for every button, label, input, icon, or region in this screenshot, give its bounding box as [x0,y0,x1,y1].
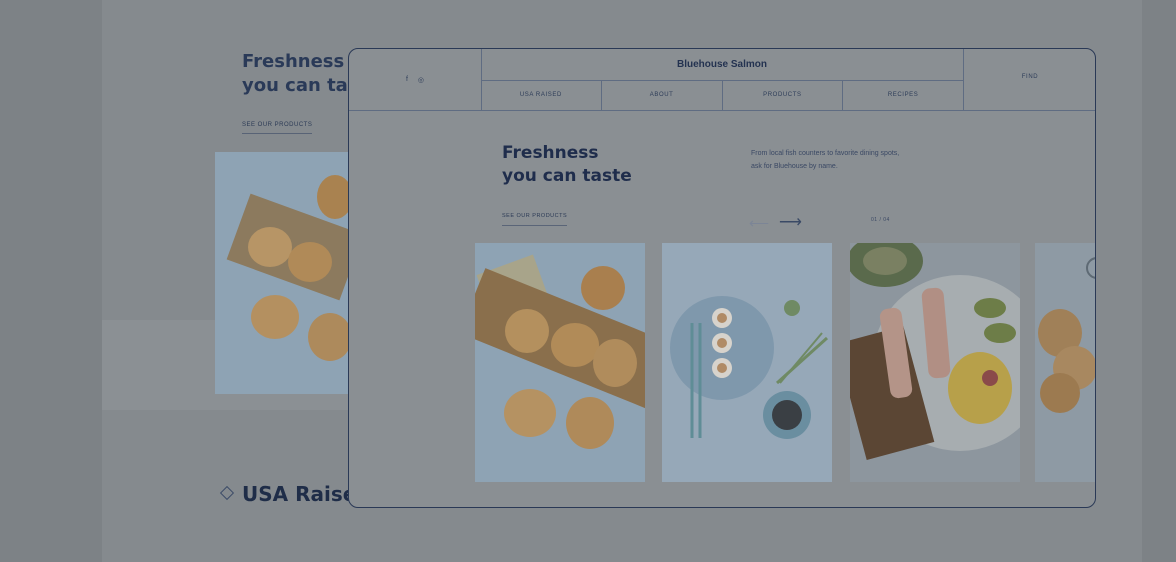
instagram-icon[interactable]: ◎ [418,76,424,84]
browser-window: f ◎ Bluehouse Salmon USA RAISED ABOUT PR… [348,48,1096,508]
brand-logo[interactable]: Bluehouse Salmon [481,49,963,81]
top-nav: f ◎ Bluehouse Salmon USA RAISED ABOUT PR… [349,49,1095,111]
hero-description: From local fish counters to favorite din… [751,150,900,170]
slide-counter: 01 / 04 [871,217,890,223]
diamond-icon [219,485,235,501]
facebook-icon[interactable]: f [406,76,408,83]
salmon-skewers-photo[interactable] [850,243,1020,482]
social-links: f ◎ [349,49,482,110]
menu-item-about[interactable]: ABOUT [602,80,723,110]
menu-item-usa-raised[interactable]: USA RAISED [481,80,602,110]
arrow-right-icon[interactable]: ⟶ [779,212,802,232]
background-heading-text: USA Raise [242,482,357,506]
background-section-heading: USA Raise [219,482,357,506]
find-link[interactable]: FIND [963,49,1095,110]
menu-item-products[interactable]: PRODUCTS [723,80,844,110]
main-menu: USA RAISED ABOUT PRODUCTS RECIPES [481,80,963,110]
see-our-products-link[interactable]: SEE OUR PRODUCTS [502,213,568,226]
background-see-products-link[interactable]: SEE OUR PRODUCTS [242,122,313,134]
hero-title: Freshness you can taste [502,143,632,186]
background-photo [215,152,350,394]
nav-center: Bluehouse Salmon USA RAISED ABOUT PRODUC… [481,49,963,110]
salmon-toast-photo[interactable] [475,243,645,482]
sushi-photo[interactable] [662,243,832,482]
toast-photo[interactable] [1035,243,1095,482]
arrow-left-icon[interactable]: ⟵ [749,215,769,232]
menu-item-recipes[interactable]: RECIPES [843,80,963,110]
